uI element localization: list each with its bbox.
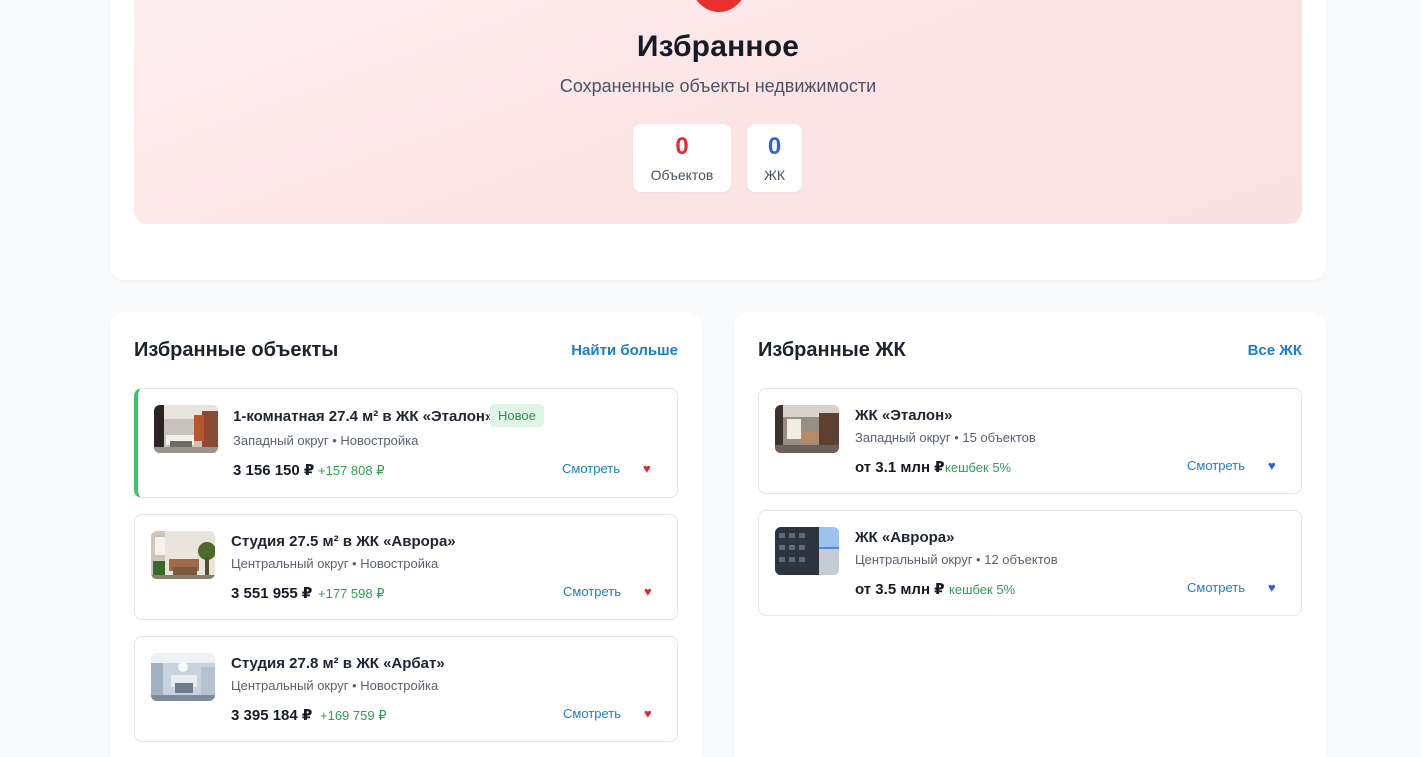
complex-cashback: кешбек 5%	[949, 582, 1016, 597]
object-title: Студия 27.5 м² в ЖК «Аврора»	[231, 533, 456, 550]
heart-icon[interactable]: ♥	[644, 585, 652, 598]
view-complex-button[interactable]: Смотреть	[1187, 458, 1245, 473]
stat-objects-value: 0	[675, 133, 689, 160]
complex-card[interactable]: ЖК «Аврора» Центральный округ • 12 объек…	[758, 510, 1302, 616]
complex-photo	[775, 405, 839, 453]
favorite-complexes-title: Избранные ЖК	[758, 339, 906, 361]
hero-heart-icon	[689, 0, 749, 12]
complex-card[interactable]: ЖК «Эталон» Западный округ • 15 объектов…	[758, 388, 1302, 494]
object-bonus: +157 808 ₽	[318, 463, 385, 478]
favorite-objects-panel: Избранные объекты Найти больше 1-комнатн…	[110, 312, 702, 757]
favorite-complexes-panel: Избранные ЖК Все ЖК ЖК «Эталон» Западный…	[734, 312, 1326, 757]
object-title: 1-комнатная 27.4 м² в ЖК «Эталон»	[233, 408, 494, 425]
stat-complexes: 0 ЖК	[747, 124, 802, 192]
view-object-button[interactable]: Смотреть	[563, 706, 621, 721]
stat-complexes-label: ЖК	[763, 167, 786, 183]
complex-price: от 3.5 млн ₽	[855, 581, 945, 598]
complex-cashback: кешбек 5%	[945, 460, 1012, 475]
favorites-page: Избранное Сохраненные объекты недвижимос…	[0, 0, 1421, 757]
object-location: Центральный округ • Новостройка	[231, 556, 439, 571]
hero-section: Избранное Сохраненные объекты недвижимос…	[110, 0, 1326, 280]
object-card[interactable]: Студия 27.5 м² в ЖК «Аврора» Центральный…	[134, 514, 678, 620]
heart-icon[interactable]: ♥	[643, 462, 651, 475]
complex-photo	[775, 527, 839, 575]
stat-complexes-value: 0	[767, 133, 782, 160]
object-location: Западный округ • Новостройка	[233, 433, 419, 448]
object-bonus: +177 598 ₽	[318, 586, 385, 601]
heart-icon[interactable]: ♥	[644, 707, 652, 720]
view-object-button[interactable]: Смотреть	[563, 584, 621, 599]
object-card[interactable]: 1-комнатная 27.4 м² в ЖК «Эталон» Новое …	[134, 388, 678, 498]
complex-location: Центральный округ • 12 объектов	[855, 552, 1058, 567]
object-photo	[151, 653, 215, 701]
complex-location: Западный округ • 15 объектов	[855, 430, 1036, 445]
object-photo	[151, 531, 215, 579]
object-title: Студия 27.8 м² в ЖК «Арбат»	[231, 655, 445, 672]
view-object-button[interactable]: Смотреть	[562, 461, 620, 476]
complex-price: от 3.1 млн ₽	[855, 459, 945, 476]
heart-icon[interactable]: ♥	[1268, 581, 1276, 594]
object-bonus: +169 759 ₽	[320, 708, 387, 723]
object-card[interactable]: Студия 27.8 м² в ЖК «Арбат» Центральный …	[134, 636, 678, 742]
stat-objects: 0 Объектов	[633, 124, 731, 192]
object-location: Центральный округ • Новостройка	[231, 678, 439, 693]
page-title: Избранное	[636, 30, 800, 63]
object-price: 3 551 955 ₽	[231, 585, 313, 602]
object-photo	[154, 405, 218, 453]
stat-objects-label: Объектов	[650, 167, 714, 183]
find-more-link[interactable]: Найти больше	[571, 342, 678, 359]
new-badge: Новое	[490, 404, 544, 427]
heart-icon[interactable]: ♥	[1268, 459, 1276, 472]
object-price: 3 395 184 ₽	[231, 707, 313, 724]
favorite-objects-title: Избранные объекты	[134, 339, 339, 361]
complex-title: ЖК «Аврора»	[855, 529, 955, 546]
page-subtitle: Сохраненные объекты недвижимости	[559, 76, 877, 96]
all-complexes-link[interactable]: Все ЖК	[1248, 342, 1302, 359]
view-complex-button[interactable]: Смотреть	[1187, 580, 1245, 595]
hero-banner: Избранное Сохраненные объекты недвижимос…	[134, 0, 1302, 224]
object-price: 3 156 150 ₽	[233, 462, 315, 479]
complex-title: ЖК «Эталон»	[855, 407, 953, 424]
